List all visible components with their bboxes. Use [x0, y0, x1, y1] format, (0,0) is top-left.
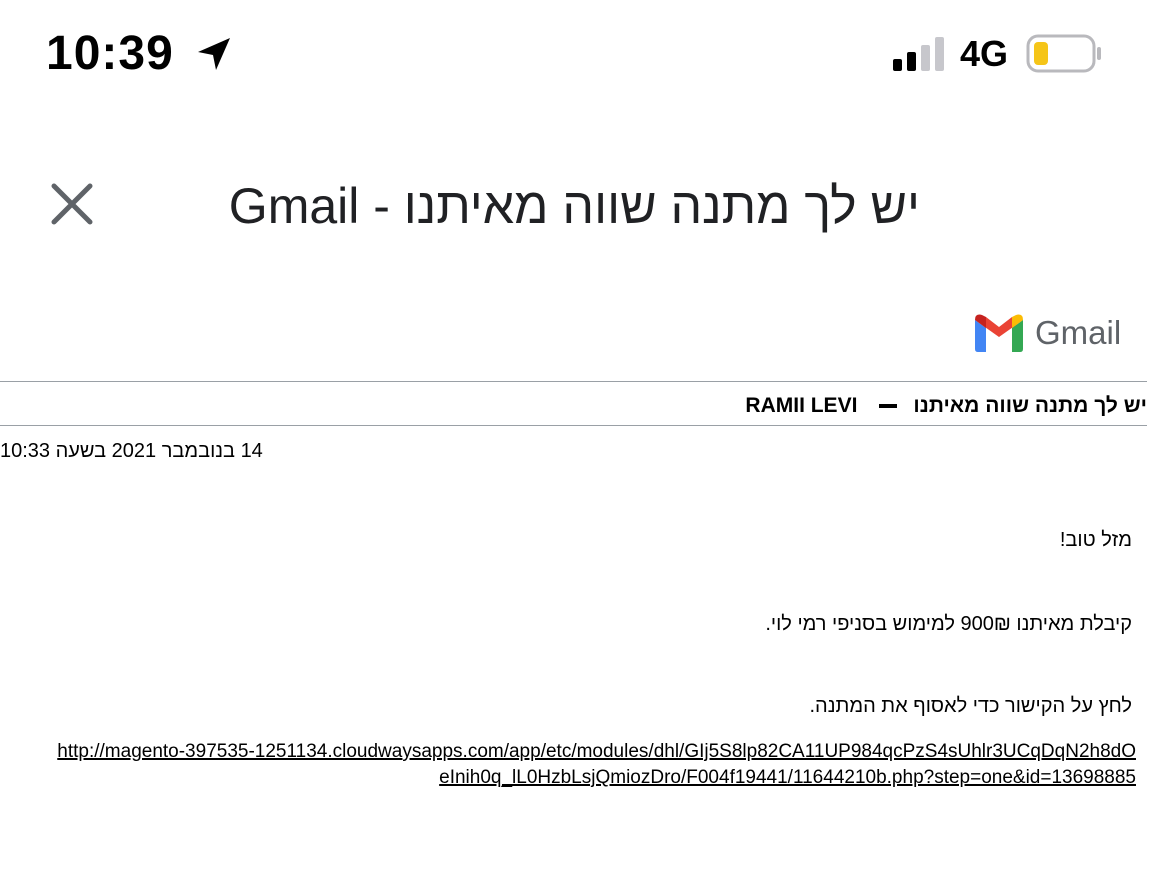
close-icon[interactable]	[48, 180, 96, 228]
email-date: 14 בנובמבר 2021 בשעה 10:33	[0, 440, 263, 462]
gmail-m-icon	[975, 314, 1023, 352]
gmail-wordmark: Gmail	[1035, 314, 1122, 351]
email-subject: יש לך מתנה שווה מאיתנו	[913, 394, 1147, 417]
signal-icon	[893, 37, 944, 71]
email-sender: RAMII LEVI	[745, 394, 858, 417]
email-header: יש לך מתנה שווה מאיתנו RAMII LEVI	[745, 393, 1147, 419]
gift-link[interactable]: http://magento-397535-1251134.cloudwaysa…	[56, 739, 1136, 791]
network-type: 4G	[960, 33, 1009, 74]
divider	[0, 381, 1147, 382]
gmail-logo: Gmail	[975, 314, 1125, 354]
separator-dash	[879, 404, 898, 409]
divider	[0, 425, 1147, 426]
status-time: 10:39	[46, 27, 174, 80]
email-offer-text: קיבלת מאיתנו 900₪ למימוש בסניפי רמי לוי.	[765, 613, 1132, 635]
battery-icon	[1026, 34, 1101, 73]
page-title: יש לך מתנה שווה מאיתנו - Gmail	[228, 178, 920, 234]
email-greeting: מזל טוב!	[1059, 529, 1132, 551]
email-instruction: לחץ על הקישור כדי לאסוף את המתנה.	[809, 695, 1133, 717]
location-arrow-icon	[198, 38, 230, 70]
status-bar: 10:39 4G	[0, 0, 1160, 110]
